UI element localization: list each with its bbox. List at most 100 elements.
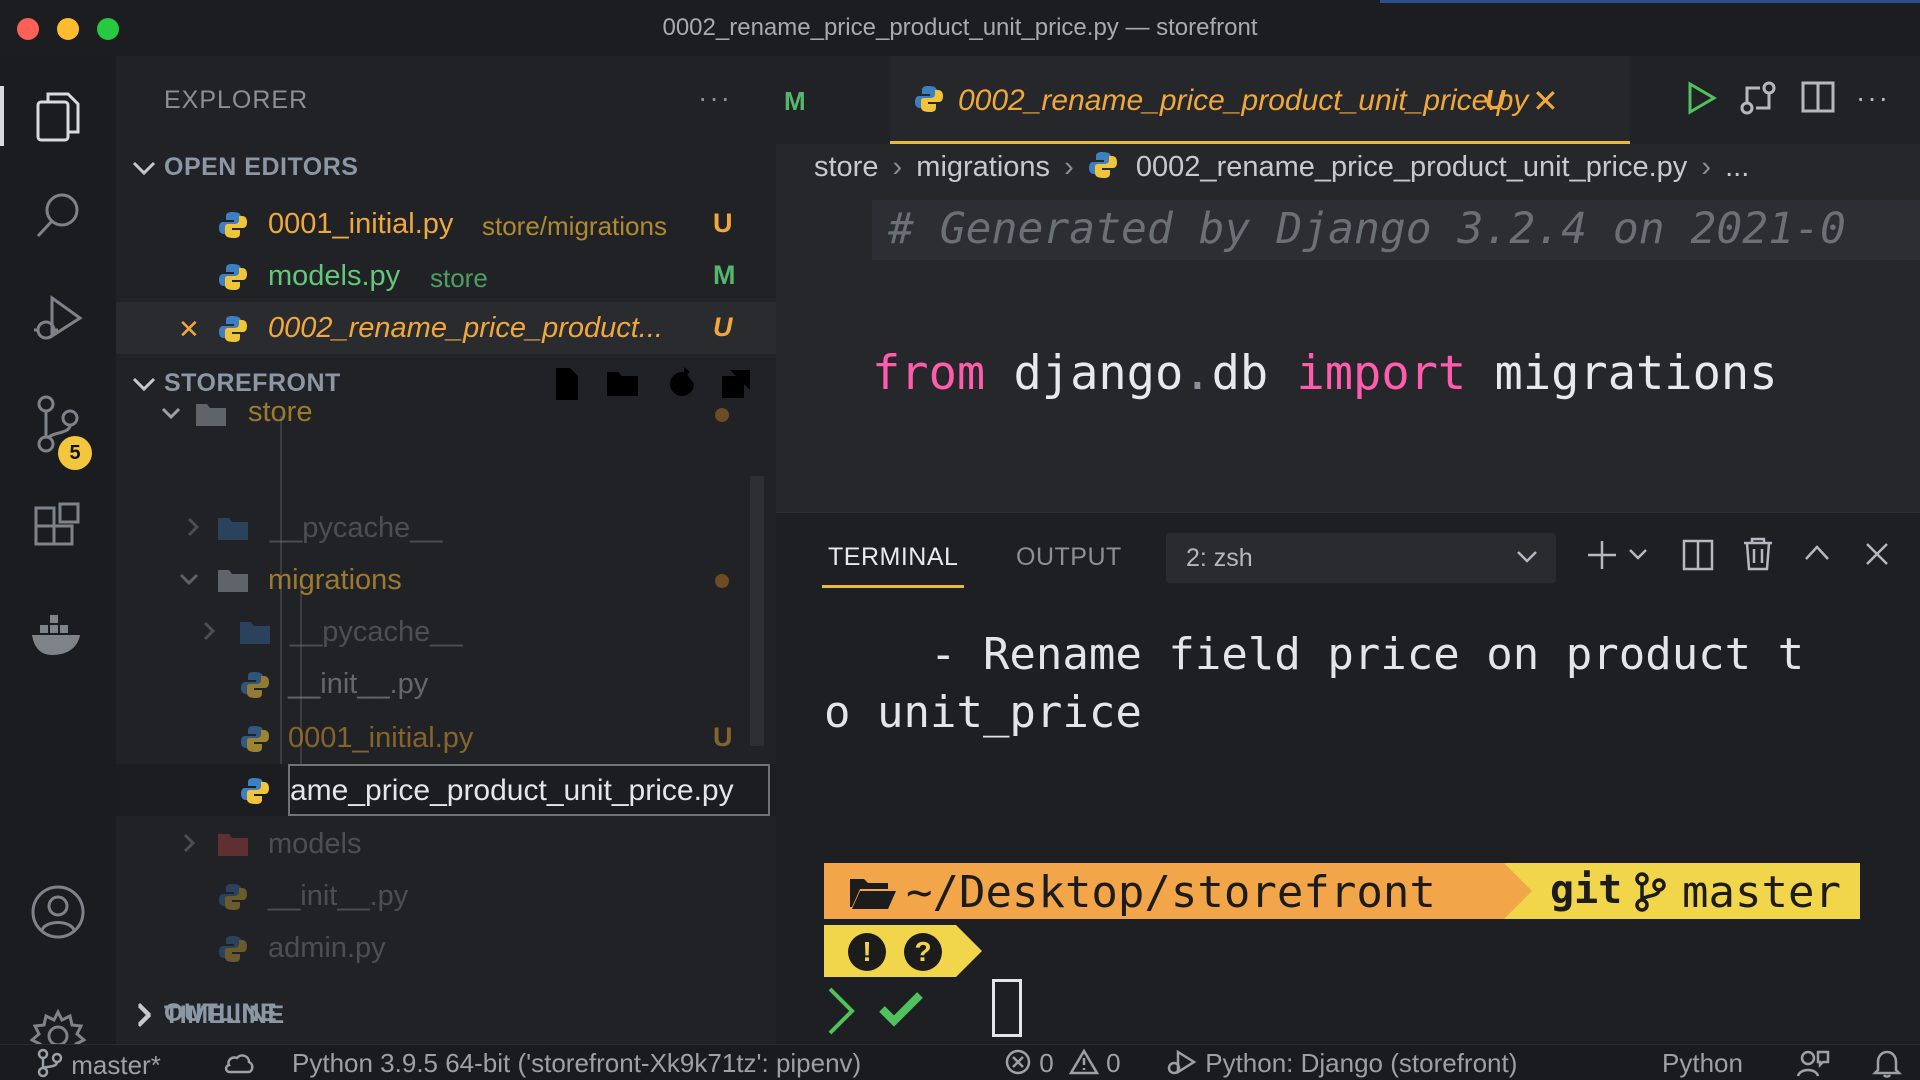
tab-terminal[interactable]: TERMINAL: [821, 543, 965, 588]
close-icon[interactable]: ✕: [178, 314, 200, 345]
terminal-prompt: ~/Desktop/storefront git master: [824, 863, 1860, 919]
terminal-shell-value: 2: zsh: [1186, 544, 1253, 572]
python-file-icon: [219, 936, 247, 962]
python-file-icon: [915, 86, 943, 112]
close-panel-icon[interactable]: [1862, 539, 1892, 569]
code-comment-line[interactable]: # Generated by Django 3.2.4 on 2021-0: [872, 200, 1920, 260]
tree-folder-migrations[interactable]: migrations: [116, 554, 776, 606]
status-badge: U: [713, 722, 733, 752]
terminal-shell-select[interactable]: 2: zsh: [1166, 533, 1556, 583]
code-module: django: [1013, 346, 1184, 401]
folder-icon: [196, 404, 226, 426]
open-editor-name: 0001_initial.py: [268, 208, 454, 240]
open-changes-icon[interactable]: [1738, 78, 1778, 118]
timeline-header[interactable]: TIMELINE: [116, 994, 776, 1038]
open-editors-header[interactable]: OPEN EDITORS: [116, 144, 776, 192]
status-debug-config[interactable]: Python: Django (storefront): [1166, 1048, 1517, 1079]
extensions-icon[interactable]: [0, 480, 116, 580]
terminal-output-line: - Rename field price on product t: [824, 629, 1805, 680]
tree-folder-models[interactable]: models: [116, 818, 776, 870]
status-language[interactable]: Python: [1662, 1048, 1743, 1079]
open-editor-item[interactable]: models.py store M: [116, 250, 776, 302]
chevron-down-icon: [160, 402, 182, 424]
prompt-chevron-icon: [828, 987, 855, 1035]
rename-input[interactable]: ame_price_product_unit_price.py: [288, 764, 770, 816]
warning-icon: [1068, 1048, 1100, 1075]
trash-icon[interactable]: [1740, 535, 1776, 573]
window-title: 0002_rename_price_product_unit_price.py …: [662, 14, 1258, 41]
split-editor-icon[interactable]: [1800, 80, 1836, 114]
tree-file-init[interactable]: __init__.py: [116, 658, 776, 710]
terminal-panel: TERMINAL OUTPUT 2: zsh - Rename field pr…: [776, 512, 1920, 1044]
explorer-sidebar: EXPLORER ··· OPEN EDITORS 0001_initial.p…: [116, 56, 776, 1044]
open-editor-path: store: [430, 263, 488, 293]
sidebar-more-button[interactable]: ···: [698, 82, 732, 114]
tree-folder-pycache[interactable]: __pycache__: [116, 502, 776, 554]
tree-folder-pycache[interactable]: __pycache__: [116, 606, 776, 658]
open-editor-item-active[interactable]: ✕ 0002_rename_price_product... U: [116, 302, 776, 354]
prompt-git-label: git: [1550, 867, 1623, 913]
tree-file-initial[interactable]: 0001_initial.py U: [116, 712, 776, 764]
breadcrumb-item[interactable]: store: [814, 151, 878, 183]
status-badge: U: [713, 208, 733, 238]
prompt-warning-icon: !: [848, 933, 886, 971]
status-branch[interactable]: master*: [36, 1048, 161, 1080]
tree-label: admin.py: [268, 932, 386, 964]
tab-active-file[interactable]: 0002_rename_price_product_unit_price.py …: [890, 56, 1630, 144]
prompt-question-icon: ?: [904, 933, 942, 971]
chevron-right-icon: ›: [1064, 151, 1074, 183]
run-debug-icon[interactable]: [0, 268, 116, 368]
chevron-down-icon[interactable]: [1628, 547, 1648, 563]
prompt-git-segment: git master: [1504, 863, 1860, 919]
folder-icon: [218, 518, 248, 540]
new-terminal-icon[interactable]: [1584, 537, 1620, 573]
python-file-icon: [219, 884, 247, 910]
breadcrumb-item[interactable]: 0002_rename_price_product_unit_price.py: [1136, 151, 1687, 183]
check-icon: [879, 992, 923, 1027]
tab-modified-indicator[interactable]: M: [784, 86, 806, 117]
open-editor-item[interactable]: 0001_initial.py store/migrations U: [116, 198, 776, 250]
git-branch-icon: [37, 1048, 63, 1078]
code-punctuation: .: [1183, 346, 1212, 401]
code-name: migrations: [1494, 346, 1778, 401]
title-bar: 0002_rename_price_product_unit_price.py …: [0, 0, 1920, 56]
tree-folder-store[interactable]: store: [116, 394, 776, 438]
search-icon[interactable]: [0, 166, 116, 266]
prompt-path-segment: ~/Desktop/storefront: [824, 863, 1504, 919]
breadcrumb-item[interactable]: migrations: [916, 151, 1050, 183]
sync-icon[interactable]: [222, 1048, 256, 1080]
status-warnings: 0: [1106, 1048, 1121, 1078]
split-terminal-icon[interactable]: [1680, 537, 1716, 573]
status-badge: U: [713, 312, 733, 342]
chevron-right-icon: ›: [892, 151, 903, 183]
account-icon[interactable]: [0, 862, 116, 962]
notifications-icon[interactable]: [1871, 1048, 1903, 1080]
folder-icon: [240, 622, 270, 644]
code-import-line[interactable]: from django.db import migrations: [872, 346, 1778, 401]
breadcrumb: store › migrations › 0002_rename_price_p…: [814, 150, 1755, 190]
editor-more-button[interactable]: ···: [1856, 82, 1890, 114]
tree-label: 0001_initial.py: [288, 722, 474, 754]
explorer-icon[interactable]: [0, 66, 116, 166]
status-debug-config-label: Python: Django (storefront): [1205, 1048, 1518, 1078]
docker-icon[interactable]: [0, 584, 116, 684]
run-python-file-icon[interactable]: [1684, 80, 1718, 116]
terminal-cursor[interactable]: [992, 979, 1022, 1037]
folder-icon: [218, 834, 248, 856]
sidebar-scrollbar[interactable]: [750, 476, 764, 746]
tree-file-init[interactable]: __init__.py: [116, 870, 776, 922]
breadcrumb-item[interactable]: ...: [1725, 151, 1749, 183]
source-control-icon[interactable]: 5: [0, 374, 116, 474]
tab-output[interactable]: OUTPUT: [1016, 543, 1122, 572]
prompt-status-segment: ! ?: [824, 925, 956, 977]
terminal-output-line: o unit_price: [824, 687, 1142, 738]
tree-file-admin[interactable]: admin.py: [116, 922, 776, 974]
folder-icon: [218, 570, 248, 592]
timeline-label: TIMELINE: [164, 1001, 285, 1029]
maximize-panel-icon[interactable]: [1802, 541, 1832, 565]
status-problems[interactable]: 0 0: [1004, 1048, 1121, 1079]
status-interpreter[interactable]: Python 3.9.5 64-bit ('storefront-Xk9k71t…: [292, 1048, 861, 1079]
feedback-icon[interactable]: [1796, 1048, 1830, 1080]
tab-close-icon[interactable]: ✕: [1532, 82, 1559, 120]
code-keyword: from: [872, 346, 986, 401]
